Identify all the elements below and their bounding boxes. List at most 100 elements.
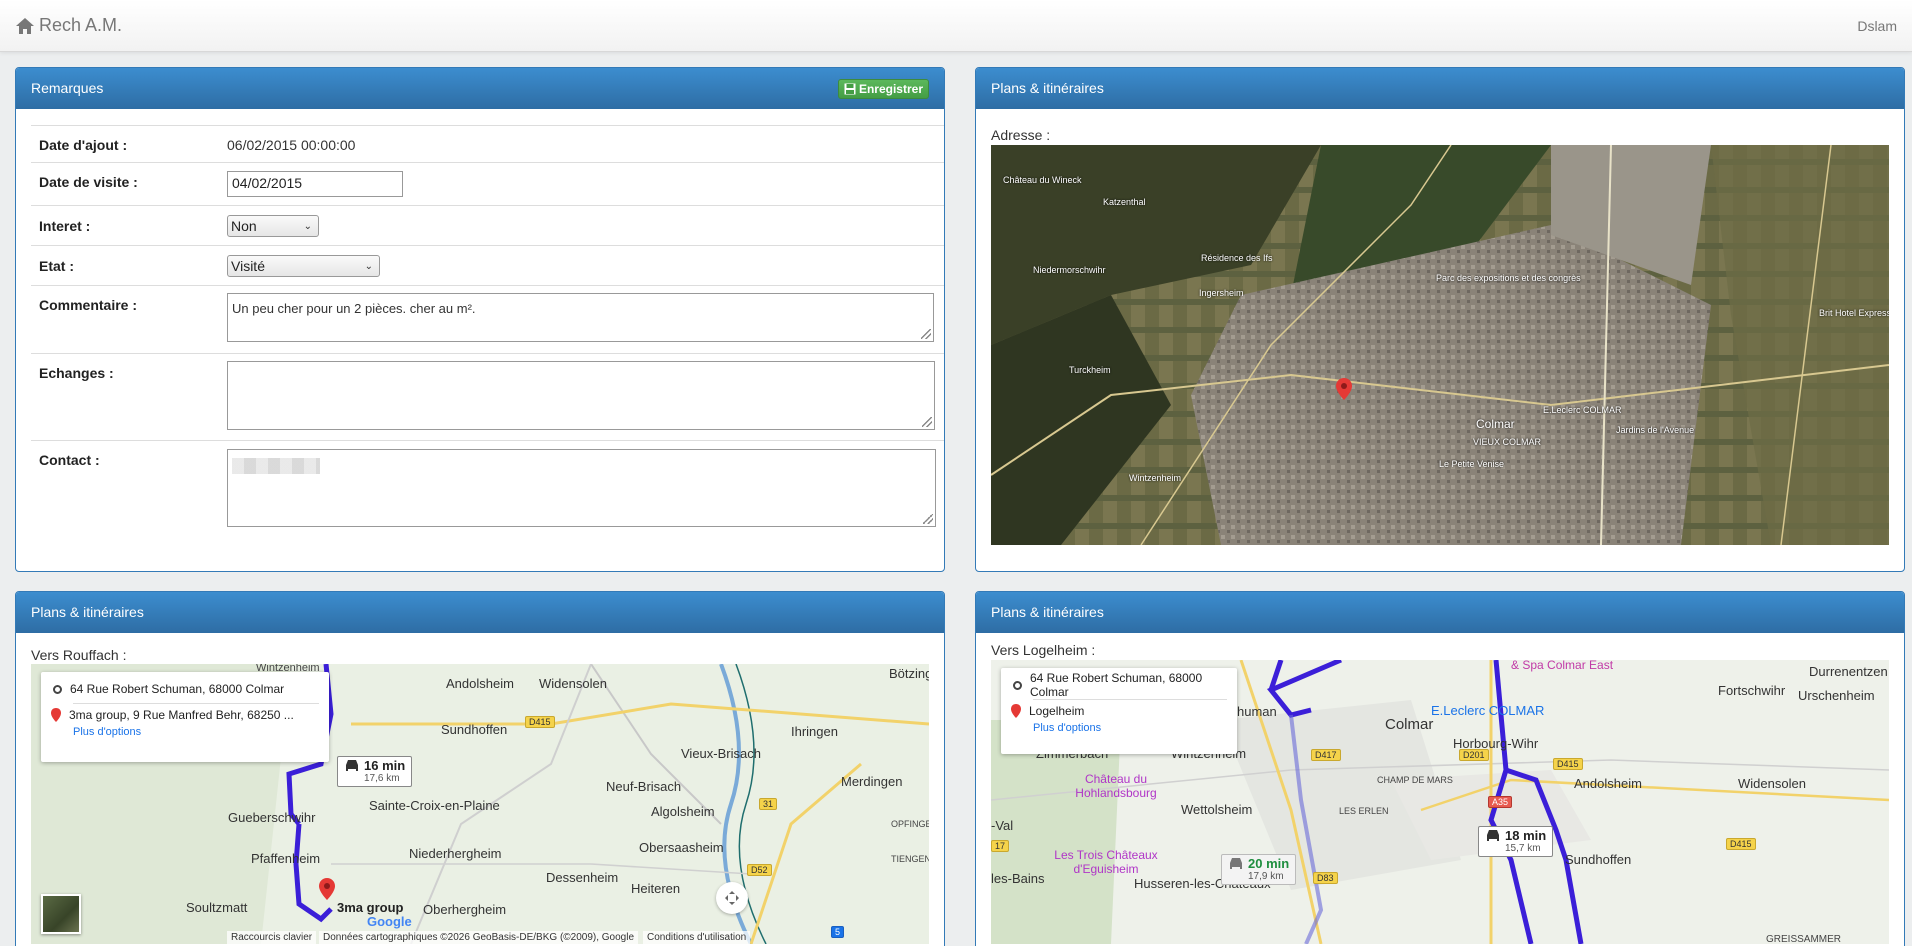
map-label: Parc des expositions et des congrès (1436, 273, 1581, 283)
route-map-logelheim[interactable]: & Spa Colmar East Durrenentzen Fortschwi… (991, 660, 1889, 944)
fullscreen-button[interactable] (716, 882, 748, 914)
echanges-textarea[interactable] (227, 361, 935, 430)
road-badge: A35 (1488, 796, 1513, 808)
save-button[interactable]: Enregistrer (837, 79, 929, 99)
road-badge: D52 (747, 864, 772, 876)
route-time-box[interactable]: 18 min 15,7 km (1478, 826, 1554, 858)
keyboard-shortcuts-link[interactable]: Raccourcis clavier (227, 931, 317, 944)
remarques-panel: Remarques Enregistrer Date d'ajout : 06/… (15, 67, 945, 572)
more-options-link[interactable]: Plus d'options (1033, 722, 1227, 734)
map-rouffach-heading: Plans & itinéraires (16, 592, 944, 633)
map-label: Urschenheim (1798, 688, 1875, 703)
panel-title: Plans & itinéraires (991, 604, 1104, 620)
car-icon (346, 760, 358, 771)
resize-handle[interactable] (923, 514, 933, 524)
contact-textarea[interactable] (227, 449, 936, 527)
map-label: Merdingen (841, 774, 903, 789)
row-commentaire: Commentaire : Un peu cher pour un 2 pièc… (31, 285, 944, 353)
map-label: Le Petite Venise (1439, 459, 1505, 469)
map-label: Durrenentzen (1809, 664, 1888, 679)
map-logelheim-heading: Plans & itinéraires (976, 592, 1904, 633)
more-options-link[interactable]: Plus d'options (73, 726, 319, 738)
origin-icon (1013, 680, 1022, 690)
etat-select[interactable]: Visité ⌄ (227, 255, 380, 277)
map-label: Sainte-Croix-en-Plaine (369, 798, 500, 813)
alt-route-distance: 17,9 km (1248, 871, 1284, 883)
map-label: Turckheim (1069, 365, 1111, 375)
route-time: 18 min (1505, 828, 1547, 843)
panel-title: Remarques (31, 80, 104, 96)
label-date-visite: Date de visite : (39, 174, 138, 190)
car-icon (1230, 858, 1242, 869)
label-contact: Contact : (39, 452, 100, 468)
map-label: Dessenheim (546, 870, 619, 885)
save-button-label: Enregistrer (858, 82, 923, 96)
route-map-rouffach[interactable]: Wintzenheim Andolsheim Widensolen Bötzin… (31, 664, 929, 944)
map-label: Sundhoffen (441, 722, 508, 737)
resize-handle[interactable] (921, 329, 931, 339)
map-label: Algolsheim (651, 804, 715, 819)
map-label: Katzenthal (1103, 197, 1146, 207)
destination-text: 3ma group, 9 Rue Manfred Behr, 68250 ... (69, 708, 294, 722)
map-label: Heiteren (631, 881, 681, 896)
map-label: Obersaasheim (639, 840, 724, 855)
resize-handle[interactable] (922, 417, 932, 427)
destination-text: Logelheim (1029, 704, 1085, 718)
map-label: TIENGEN (891, 854, 929, 864)
map-address-heading: Plans & itinéraires (976, 68, 1904, 109)
road-badge: D415 (1553, 758, 1583, 770)
map-logelheim-panel: Plans & itinéraires Vers Logelheim : & S… (975, 591, 1905, 946)
map-label: LES ERLEN (1339, 806, 1389, 816)
road-badge: 31 (759, 798, 778, 810)
floppy-disk-icon (844, 83, 856, 95)
satellite-toggle[interactable] (41, 894, 81, 934)
row-contact: Contact : (31, 440, 944, 535)
brand-link[interactable]: Rech A.M. (15, 15, 122, 36)
map-label: Les Trois Châteaux d'Eguisheim (1054, 848, 1158, 876)
panel-title: Plans & itinéraires (31, 604, 144, 620)
map-label: E.Leclerc COLMAR (1431, 703, 1545, 718)
map-label: Fortschwihr (1718, 683, 1786, 698)
satellite-map[interactable]: Château du Wineck Katzenthal Niedermorsc… (991, 145, 1889, 545)
directions-card[interactable]: 64 Rue Robert Schuman, 68000 Colmar 3ma … (41, 672, 329, 762)
road-badge: 5 (831, 926, 845, 938)
user-menu[interactable]: Dslam (1857, 18, 1897, 34)
route-distance: 15,7 km (1505, 843, 1541, 855)
alt-route-time-box[interactable]: 20 min 17,9 km (1221, 854, 1297, 886)
map-label: VIEUX COLMAR (1473, 437, 1542, 447)
brand-text: Rech A.M. (39, 15, 123, 35)
commentaire-textarea[interactable]: Un peu cher pour un 2 pièces. cher au m²… (227, 293, 934, 342)
map-label: Colmar (1476, 417, 1515, 431)
map-label: Château du Hohlandsbourg (1075, 772, 1157, 800)
row-date-ajout: Date d'ajout : 06/02/2015 00:00:00 (31, 125, 944, 162)
map-label: Niederhergheim (409, 846, 502, 861)
rouffach-caption: Vers Rouffach : (31, 647, 127, 663)
address-caption: Adresse : (991, 127, 1051, 143)
map-label: Gueberschwihr (228, 810, 316, 825)
interet-select[interactable]: Non ⌄ (227, 215, 319, 237)
location-pin-icon (1336, 378, 1352, 400)
date-visite-input[interactable]: 04/02/2015 (227, 171, 403, 197)
row-interet: Interet : Non ⌄ (31, 205, 944, 245)
alt-route-time: 20 min (1248, 856, 1290, 871)
label-date-ajout: Date d'ajout : (39, 137, 128, 153)
commentaire-text: Un peu cher pour un 2 pièces. cher au m²… (232, 301, 476, 316)
map-label: Soultzmatt (186, 900, 248, 915)
map-label: Résidence des Ifs (1201, 253, 1273, 263)
route-time-box[interactable]: 16 min 17,6 km (337, 756, 413, 788)
car-icon (1487, 830, 1499, 841)
road-badge: D83 (1313, 872, 1338, 884)
map-label: Oberhergheim (423, 902, 507, 917)
redacted-contact (232, 458, 320, 474)
road-badge: D415 (1726, 838, 1756, 850)
directions-card[interactable]: 64 Rue Robert Schuman, 68000 Colmar Loge… (1001, 668, 1237, 754)
destination-pin-icon (1011, 704, 1021, 718)
map-label: OPFINGEN (891, 819, 929, 829)
etat-select-value: Visité (231, 258, 265, 274)
map-label: Neuf-Brisach (606, 779, 682, 794)
terms-link[interactable]: Conditions d'utilisation (643, 931, 751, 944)
row-etat: Etat : Visité ⌄ (31, 245, 944, 285)
map-label: Niedermorschwihr (1033, 265, 1106, 275)
origin-icon (53, 684, 62, 694)
map-label: human (1237, 704, 1277, 719)
